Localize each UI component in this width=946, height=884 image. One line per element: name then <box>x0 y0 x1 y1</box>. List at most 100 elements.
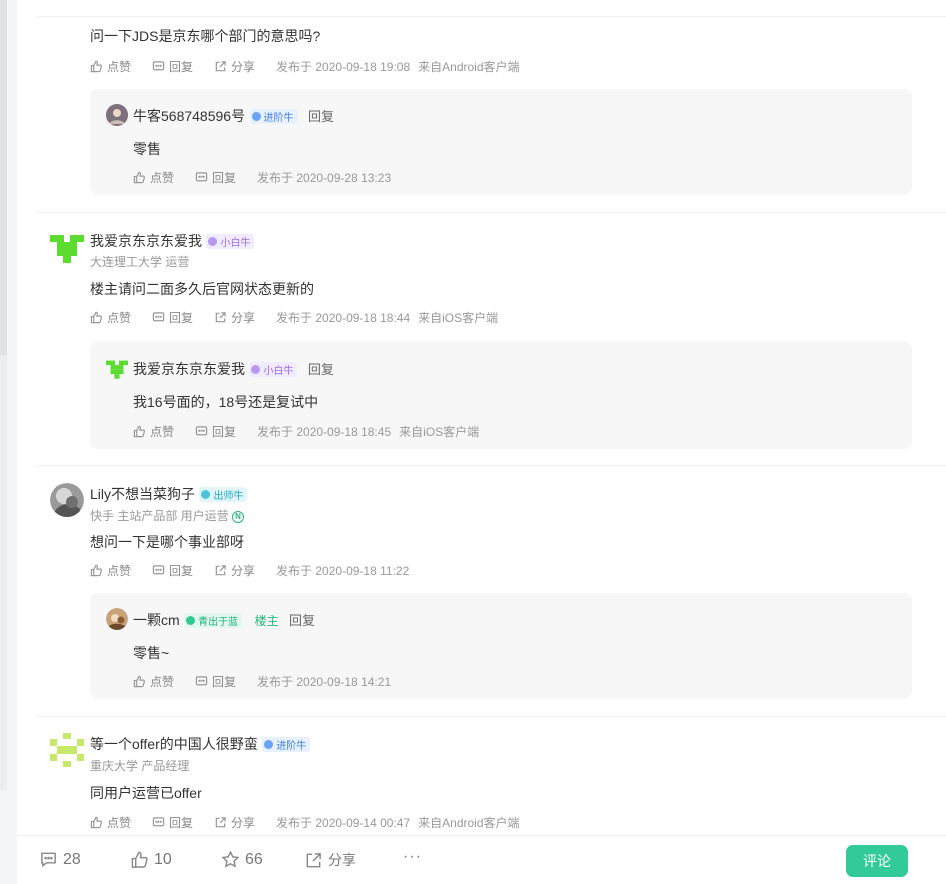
share-button[interactable]: 分享 <box>214 814 255 831</box>
thumbs-up-icon <box>90 60 102 72</box>
like-button[interactable]: 点赞 <box>90 58 131 75</box>
level-badge-label: 小白牛 <box>220 238 251 250</box>
like-label: 点赞 <box>107 59 132 74</box>
badge-gem-icon <box>208 237 218 247</box>
share-icon <box>215 60 226 71</box>
comment-content: 楼主请问二面多久后官网状态更新的 <box>90 281 314 297</box>
comments-count-button[interactable]: 28 <box>39 850 81 869</box>
reply-content: 零售 <box>133 141 161 157</box>
share-label: 分享 <box>231 59 256 74</box>
thumbs-up-icon <box>90 564 102 576</box>
thread-divider <box>37 212 946 213</box>
top-divider <box>37 16 946 17</box>
share-button[interactable]: 分享 <box>214 309 255 326</box>
author-line: 等一个offer的中国人很野蛮 进阶牛 <box>90 734 311 754</box>
reply-author-line: 我爱京东京东爱我 小白牛 回复 <box>133 359 334 379</box>
badge-gem-icon <box>186 616 196 626</box>
reply-actions: 点赞 回复 发布于 2020-09-18 14:21 <box>133 673 399 689</box>
share-icon <box>306 852 321 867</box>
reply-label: 回复 <box>212 170 237 185</box>
thumbs-up-icon <box>90 816 102 828</box>
badge-gem-icon <box>251 365 261 375</box>
chat-bubble-icon <box>195 675 208 685</box>
reply-link[interactable]: 回复 <box>308 362 334 377</box>
chat-bubble-icon <box>152 816 165 826</box>
badge-gem-icon <box>251 112 261 122</box>
like-button[interactable]: 点赞 <box>90 309 131 326</box>
avatar[interactable] <box>106 608 128 630</box>
author-subtitle: 重庆大学 产品经理 <box>90 759 190 773</box>
share-label: 分享 <box>231 310 256 325</box>
thumbs-up-icon <box>131 851 148 868</box>
reply-button[interactable]: 回复 <box>152 814 193 831</box>
like-button[interactable]: 点赞 <box>133 673 174 690</box>
avatar-image <box>106 358 128 380</box>
reply-link[interactable]: 回复 <box>289 613 315 628</box>
chat-bubble-icon <box>195 425 208 435</box>
like-button[interactable]: 点赞 <box>133 169 174 186</box>
like-button[interactable]: 点赞 <box>133 423 174 440</box>
thumbs-up-icon <box>133 425 145 437</box>
thread-divider <box>37 465 946 466</box>
reply-label: 回复 <box>212 424 237 439</box>
post-time: 发布于 2020-09-18 18:44 <box>276 310 411 325</box>
badge-gem-icon <box>201 490 211 500</box>
post-source: 来自Android客户端 <box>418 59 520 74</box>
share-icon <box>215 564 226 575</box>
like-label: 点赞 <box>107 310 132 325</box>
comment-actions: 点赞 回复 分享 发布于 2020-09-18 19:08 来自Android客… <box>90 58 528 74</box>
reply-content: 零售~ <box>133 645 170 661</box>
left-scroll-thumb[interactable] <box>0 0 7 355</box>
favorite-count-button[interactable]: 66 <box>221 850 263 869</box>
left-scroll-track[interactable] <box>0 0 7 790</box>
reply-button[interactable]: 回复 <box>195 169 236 186</box>
thumbs-up-icon <box>133 675 145 687</box>
author-line: 我爱京东京东爱我 小白牛 <box>90 231 255 251</box>
share-bottom-button[interactable]: 分享 <box>304 850 356 870</box>
author-subtitle: 大连理工大学 运营 <box>90 255 190 269</box>
reply-label: 回复 <box>169 310 194 325</box>
level-badge-label: 出师牛 <box>213 491 244 503</box>
share-button[interactable]: 分享 <box>214 58 255 75</box>
like-button[interactable]: 点赞 <box>90 814 131 831</box>
reply-button[interactable]: 回复 <box>152 562 193 579</box>
reply-actions: 点赞 回复 发布于 2020-09-28 13:23 <box>133 169 399 185</box>
avatar[interactable] <box>50 733 84 767</box>
avatar-image <box>50 483 84 517</box>
level-badge-label: 青出于蓝 <box>198 617 239 629</box>
like-label: 点赞 <box>150 674 175 689</box>
like-button[interactable]: 点赞 <box>90 562 131 579</box>
avatar[interactable] <box>106 358 128 380</box>
share-icon <box>215 311 226 322</box>
more-options-button[interactable]: ··· <box>403 848 422 866</box>
more-icon: ··· <box>403 848 422 865</box>
avatar[interactable] <box>50 483 84 517</box>
author-name[interactable]: 等一个offer的中国人很野蛮 <box>90 736 258 752</box>
like-count: 10 <box>154 850 172 868</box>
reply-author-name[interactable]: 我爱京东京东爱我 <box>133 361 245 377</box>
comments-count: 28 <box>63 850 81 868</box>
reply-button[interactable]: 回复 <box>195 423 236 440</box>
like-count-button[interactable]: 10 <box>130 850 172 869</box>
reply-author-name[interactable]: 牛客568748596号 <box>133 108 245 124</box>
level-badge: 进阶牛 <box>262 737 311 753</box>
share-label: 分享 <box>231 815 256 830</box>
author-name[interactable]: 我爱京东京东爱我 <box>90 233 202 249</box>
reply-button[interactable]: 回复 <box>152 58 193 75</box>
avatar-image <box>106 608 128 630</box>
author-name[interactable]: Lily不想当菜狗子 <box>90 486 195 502</box>
chat-bubble-icon <box>195 171 208 181</box>
reply-button[interactable]: 回复 <box>195 673 236 690</box>
reply-button[interactable]: 回复 <box>152 309 193 326</box>
avatar[interactable] <box>106 104 128 126</box>
share-button[interactable]: 分享 <box>214 562 255 579</box>
level-badge: 出师牛 <box>199 487 248 503</box>
reply-author-name[interactable]: 一颗cm <box>133 612 180 628</box>
owner-tag: 楼主 <box>254 614 279 628</box>
avatar[interactable] <box>50 231 84 265</box>
comment-submit-button[interactable]: 评论 <box>846 845 908 877</box>
author-subtitle: 快手 主站产品部 用户运营 <box>90 509 229 523</box>
reply-link[interactable]: 回复 <box>308 109 334 124</box>
comment-icon <box>41 852 56 868</box>
like-label: 点赞 <box>150 170 175 185</box>
